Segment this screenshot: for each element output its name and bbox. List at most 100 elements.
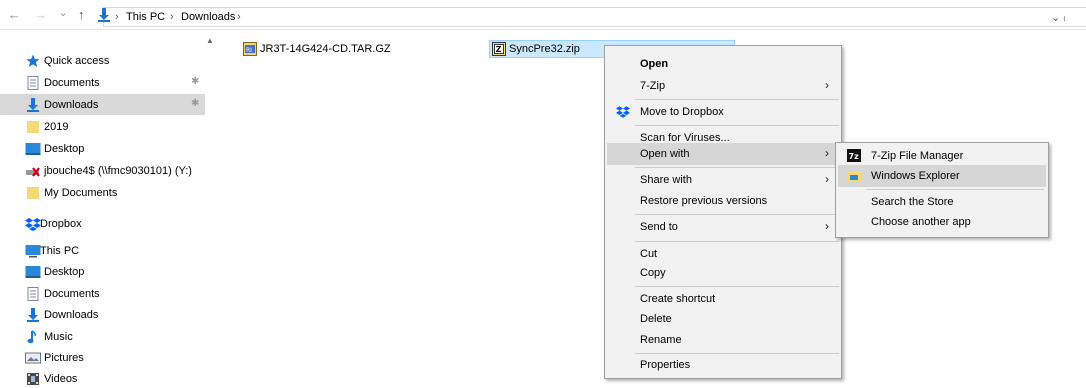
- menu-divider: [635, 167, 839, 168]
- download-arrow-icon: [25, 307, 41, 323]
- nav-item-this-pc[interactable]: This PC: [0, 240, 205, 261]
- submenu-item-7zip-file-manager[interactable]: 7z 7-Zip File Manager: [838, 145, 1046, 167]
- recent-locations-icon[interactable]: ⌄: [59, 7, 67, 21]
- menu-item-label: Create shortcut: [640, 293, 716, 305]
- breadcrumb-separator[interactable]: ›: [115, 10, 119, 24]
- documents-icon: [25, 75, 41, 91]
- nav-scrollbar[interactable]: [205, 31, 220, 388]
- navigation-pane: Quick access Documents ✱ Downloads ✱ 201…: [0, 31, 220, 388]
- nav-item-label: Quick access: [44, 54, 110, 67]
- computer-icon: [25, 243, 41, 259]
- menu-item-send-to[interactable]: Send to ›: [607, 216, 839, 238]
- menu-divider: [635, 286, 839, 287]
- menu-item-copy[interactable]: Copy: [607, 262, 839, 284]
- nav-item-label: Desktop: [44, 142, 85, 155]
- folder-explorer-icon: [847, 169, 861, 183]
- nav-item-label: jbouche4$ (\\fmc9030101) (Y:): [44, 164, 192, 177]
- nav-item-label: Documents: [44, 76, 100, 89]
- nav-item-quick-access[interactable]: Quick access: [0, 50, 205, 71]
- forward-arrow-icon[interactable]: →: [34, 8, 47, 22]
- menu-item-label: Copy: [640, 267, 666, 279]
- nav-item-label: Pictures: [44, 351, 84, 364]
- nav-item-downloads[interactable]: Downloads: [0, 304, 205, 325]
- star-icon: [25, 53, 41, 69]
- videos-icon: [25, 371, 41, 387]
- menu-item-label: Move to Dropbox: [640, 106, 724, 118]
- menu-item-label: Properties: [640, 359, 691, 371]
- nav-item-network-drive[interactable]: jbouche4$ (\\fmc9030101) (Y:): [0, 160, 205, 181]
- music-icon: [25, 329, 41, 345]
- menu-item-properties[interactable]: Properties: [607, 354, 839, 376]
- menu-item-rename[interactable]: Rename: [607, 329, 839, 351]
- address-bar: ← → ⌄ ↑ › This PC › Downloads › ⌄ ₍: [0, 0, 1086, 30]
- nav-item-videos[interactable]: Videos: [0, 368, 205, 388]
- menu-item-label: Rename: [640, 334, 682, 346]
- downloads-location-icon: [97, 8, 111, 25]
- back-arrow-icon[interactable]: ←: [8, 8, 21, 22]
- menu-item-create-shortcut[interactable]: Create shortcut: [607, 288, 839, 310]
- nav-item-music[interactable]: Music: [0, 326, 205, 347]
- pin-icon[interactable]: ✱: [191, 76, 199, 87]
- menu-divider: [635, 241, 839, 242]
- nav-item-downloads-quick[interactable]: Downloads ✱: [0, 94, 205, 115]
- nav-item-desktop-quick[interactable]: Desktop: [0, 138, 205, 159]
- scroll-up-icon[interactable]: ▲: [206, 36, 214, 45]
- address-path-box[interactable]: [103, 7, 1086, 27]
- menu-item-7zip[interactable]: 7-Zip ›: [607, 75, 839, 97]
- nav-item-my-documents[interactable]: My Documents: [0, 182, 205, 203]
- menu-item-label: Send to: [640, 221, 678, 233]
- submenu-item-choose-another-app[interactable]: Choose another app: [838, 211, 1046, 233]
- svg-text:7z: 7z: [849, 152, 860, 161]
- menu-item-label: Share with: [640, 174, 692, 186]
- submenu-item-label: Windows Explorer: [871, 170, 960, 182]
- address-dropdown-icon[interactable]: ⌄ ₍: [1051, 11, 1066, 24]
- nav-item-label: Music: [44, 330, 73, 343]
- menu-item-label: Open with: [640, 148, 690, 160]
- nav-item-desktop[interactable]: Desktop: [0, 261, 205, 282]
- menu-item-share-with[interactable]: Share with ›: [607, 169, 839, 191]
- nav-item-label: Documents: [44, 287, 100, 300]
- nav-item-label: Dropbox: [40, 217, 82, 230]
- nav-item-dropbox[interactable]: Dropbox: [0, 213, 205, 234]
- up-arrow-icon[interactable]: ↑: [78, 8, 85, 22]
- menu-item-delete[interactable]: Delete: [607, 308, 839, 330]
- chevron-right-icon: ›: [825, 146, 829, 160]
- file-item[interactable]: RI JR3T-14G424-CD.TAR.GZ: [243, 40, 391, 58]
- file-name: SyncPre32.zip: [509, 43, 580, 55]
- disconnected-drive-icon: [25, 163, 41, 179]
- documents-icon: [25, 286, 41, 302]
- submenu-divider: [866, 189, 1044, 190]
- nav-item-label: Videos: [44, 372, 78, 385]
- menu-divider: [635, 99, 839, 100]
- submenu-item-search-the-store[interactable]: Search the Store: [838, 191, 1046, 213]
- file-name: JR3T-14G424-CD.TAR.GZ: [260, 43, 391, 55]
- nav-item-label: 2019: [44, 120, 69, 133]
- nav-item-2019[interactable]: 2019: [0, 116, 205, 137]
- chevron-right-icon: ›: [825, 172, 829, 186]
- svg-text:RI: RI: [246, 47, 252, 54]
- submenu-item-windows-explorer[interactable]: Windows Explorer: [838, 165, 1046, 187]
- menu-divider: [635, 214, 839, 215]
- open-with-submenu: 7z 7-Zip File Manager Windows Explorer S…: [835, 142, 1049, 238]
- menu-item-move-to-dropbox[interactable]: Move to Dropbox: [607, 101, 839, 123]
- nav-item-label: This PC: [40, 244, 80, 257]
- pin-icon[interactable]: ✱: [191, 98, 199, 109]
- breadcrumb-downloads[interactable]: Downloads: [181, 10, 235, 24]
- chevron-right-icon: ›: [825, 78, 829, 92]
- submenu-item-label: Choose another app: [871, 216, 971, 228]
- nav-item-documents-quick[interactable]: Documents ✱: [0, 72, 205, 93]
- desktop-icon: [25, 141, 41, 157]
- download-arrow-icon: [25, 97, 41, 113]
- breadcrumb-separator[interactable]: ›: [170, 10, 174, 24]
- menu-item-restore-previous-versions[interactable]: Restore previous versions: [607, 190, 839, 212]
- menu-item-open-with[interactable]: Open with ›: [607, 143, 839, 165]
- menu-item-open[interactable]: Open: [607, 53, 839, 75]
- context-menu: Open 7-Zip › Move to Dropbox Scan for Vi…: [604, 45, 842, 379]
- breadcrumb-this-pc[interactable]: This PC: [126, 10, 165, 24]
- nav-item-pictures[interactable]: Pictures: [0, 347, 205, 368]
- nav-item-documents[interactable]: Documents: [0, 283, 205, 304]
- dropbox-icon: [25, 216, 41, 232]
- nav-item-label: Desktop: [44, 265, 85, 278]
- breadcrumb-separator[interactable]: ›: [237, 10, 241, 24]
- folder-icon: [25, 185, 41, 201]
